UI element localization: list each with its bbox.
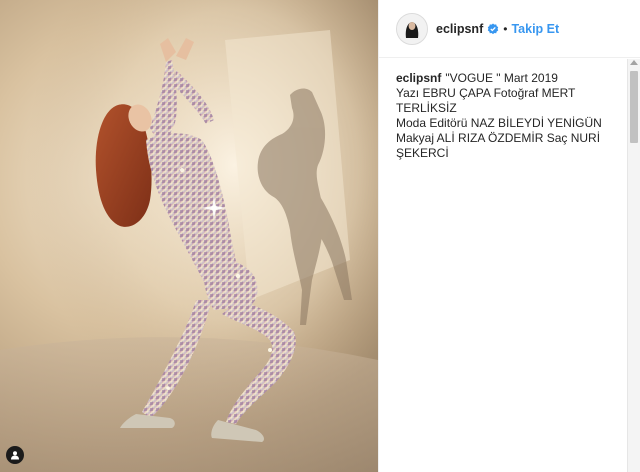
scroll-up-arrow-icon[interactable] (630, 60, 638, 65)
scroll-thumb[interactable] (630, 71, 638, 143)
separator-dot: • (503, 21, 508, 36)
caption-username[interactable]: eclipsnf (396, 71, 441, 85)
comments-area: eclipsnf "VOGUE " Mart 2019 Yazı EBRU ÇAP… (379, 59, 627, 472)
avatar[interactable] (396, 12, 428, 45)
username[interactable]: eclipsnf (436, 22, 483, 36)
post-side-panel: eclipsnf • Takip Et eclipsnf "VOGUE " Mar… (378, 0, 640, 472)
fashion-photo-illustration (0, 0, 378, 472)
instagram-post: eclipsnf • Takip Et eclipsnf "VOGUE " Mar… (0, 0, 640, 472)
person-tag-icon[interactable] (6, 446, 24, 464)
follow-button[interactable]: Takip Et (511, 22, 559, 36)
caption: eclipsnf "VOGUE " Mart 2019 Yazı EBRU ÇAP… (396, 71, 627, 161)
verified-badge-icon (487, 23, 499, 35)
post-header: eclipsnf • Takip Et (379, 0, 640, 58)
comments-scrollbar[interactable] (627, 59, 640, 472)
post-photo[interactable] (0, 0, 378, 472)
